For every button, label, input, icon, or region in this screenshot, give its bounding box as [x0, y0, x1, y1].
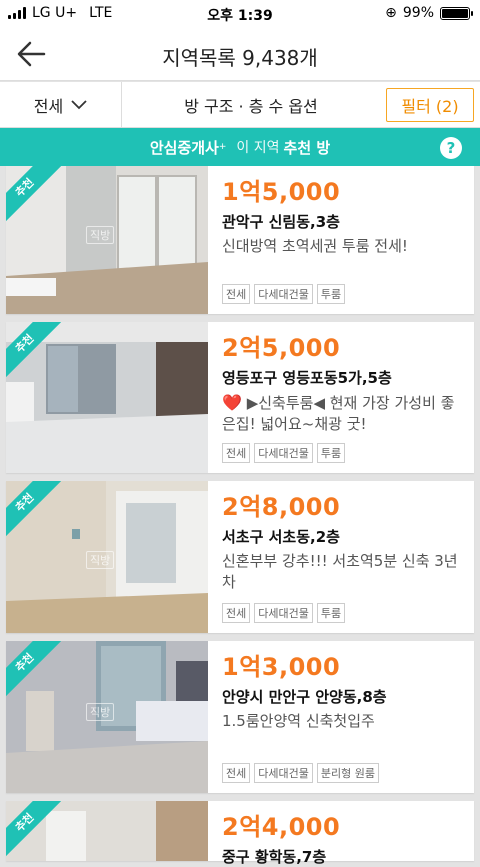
listing-location: 서초구 서초동,2층 — [222, 528, 340, 546]
watermark-logo: 직방 — [86, 551, 115, 569]
listing-description: 1.5룸안양역 신축첫입주 — [222, 712, 375, 730]
listing-description: 신대방역 초역세권 투룸 전세! — [222, 237, 408, 255]
listing-tag: 투룸 — [316, 603, 346, 623]
header: 지역목록 9,438개 — [0, 28, 480, 81]
listing-location: 관악구 신림동,3층 — [222, 213, 340, 231]
filter-bar: 전세 방 구조 · 층 수 옵션 필터 (2) — [0, 82, 480, 128]
watermark-logo: 직방 — [86, 226, 115, 244]
listing-card[interactable]: 추천 2억5,000 영등포구 영등포동5가,5층 ❤️ ▶신축투룸◀ 현재 가… — [6, 322, 474, 473]
safe-broker-banner[interactable]: 안심중개사 + 이 지역 추천 방 ? — [0, 128, 480, 166]
listing-card[interactable]: 추천 직방 1억5,000 관악구 신림동,3층 신대방역 초역세권 투룸 전세… — [6, 166, 474, 314]
listing-photo: 추천 직방 — [6, 166, 208, 314]
listing-price: 2억4,000 — [222, 813, 341, 841]
listing-tag: 전세 — [222, 763, 251, 783]
listing-location: 안양시 만안구 안양동,8층 — [222, 688, 387, 706]
room-options-button[interactable]: 방 구조 · 층 수 옵션 — [122, 82, 380, 128]
status-bar: LG U+ LTE 오후 1:39 ⊕ 99% — [0, 0, 480, 28]
listing-tag: 다세대건물 — [254, 284, 313, 304]
battery-icon — [440, 6, 473, 20]
rotation-lock-icon: ⊕ — [385, 5, 397, 21]
listing-price: 2억8,000 — [222, 493, 341, 521]
battery-percent: 99% — [402, 5, 434, 21]
listing-tags: 전세 다세대건물 투룸 — [222, 603, 346, 623]
room-options-label: 방 구조 · 층 수 옵션 — [184, 97, 318, 116]
listing-description: ❤️ ▶신축투룸◀ 현재 가장 가성비 좋은집! 넓어요~채광 굿! — [222, 393, 455, 433]
filter-button[interactable]: 필터 (2) — [386, 88, 474, 122]
page-title: 지역목록 9,438개 — [162, 46, 318, 70]
banner-brand: 안심중개사 — [149, 138, 219, 157]
listing-tags: 전세 다세대건물 투룸 — [222, 284, 346, 304]
listing-price: 1억3,000 — [222, 653, 341, 681]
listing-description: 신혼부부 강추!!! 서초역5분 신축 3년차 — [222, 552, 458, 591]
deal-type-label: 전세 — [33, 97, 64, 116]
banner-text: 이 지역 — [236, 140, 280, 156]
listing-tag: 분리형 원룸 — [316, 763, 379, 783]
listing-tags: 전세 다세대건물 분리형 원룸 — [222, 763, 379, 783]
listing-tag: 투룸 — [316, 284, 346, 304]
help-icon[interactable]: ? — [440, 137, 462, 159]
listing-tag: 전세 — [222, 284, 251, 304]
watermark-logo: 직방 — [86, 703, 115, 721]
filter-button-label: 필터 (2) — [401, 97, 459, 116]
deal-type-dropdown[interactable]: 전세 — [0, 82, 122, 128]
listing-card[interactable]: 추천 직방 2억8,000 서초구 서초동,2층 신혼부부 강추!!! 서초역5… — [6, 481, 474, 633]
banner-highlight: 추천 방 — [283, 138, 331, 157]
listing-card[interactable]: 추천 직방 1억3,000 안양시 만안구 안양동,8층 1.5룸안양역 신축첫… — [6, 641, 474, 793]
listing-photo: 추천 직방 — [6, 481, 208, 633]
listing-tag: 전세 — [222, 443, 251, 463]
listing-tag: 전세 — [222, 603, 251, 623]
listing-price: 2억5,000 — [222, 334, 341, 362]
listing-photo: 추천 — [6, 801, 208, 861]
listing-tag: 다세대건물 — [254, 443, 313, 463]
listing-location: 중구 황학동,7층 — [222, 848, 327, 866]
listing-card[interactable]: 추천 2억4,000 중구 황학동,7층 — [6, 801, 474, 866]
banner-brand-mark: + — [218, 142, 227, 152]
listing-location: 영등포구 영등포동5가,5층 — [222, 369, 392, 387]
listing-tag: 다세대건물 — [254, 763, 313, 783]
heart-icon: ❤️ — [222, 393, 242, 412]
listing-tag: 다세대건물 — [254, 603, 313, 623]
listing-price: 1억5,000 — [222, 178, 341, 206]
listing-photo: 추천 — [6, 322, 208, 473]
chevron-down-icon — [71, 100, 87, 110]
listing-photo: 추천 직방 — [6, 641, 208, 793]
listing-tags: 전세 다세대건물 투룸 — [222, 443, 346, 463]
listing-tag: 투룸 — [316, 443, 346, 463]
